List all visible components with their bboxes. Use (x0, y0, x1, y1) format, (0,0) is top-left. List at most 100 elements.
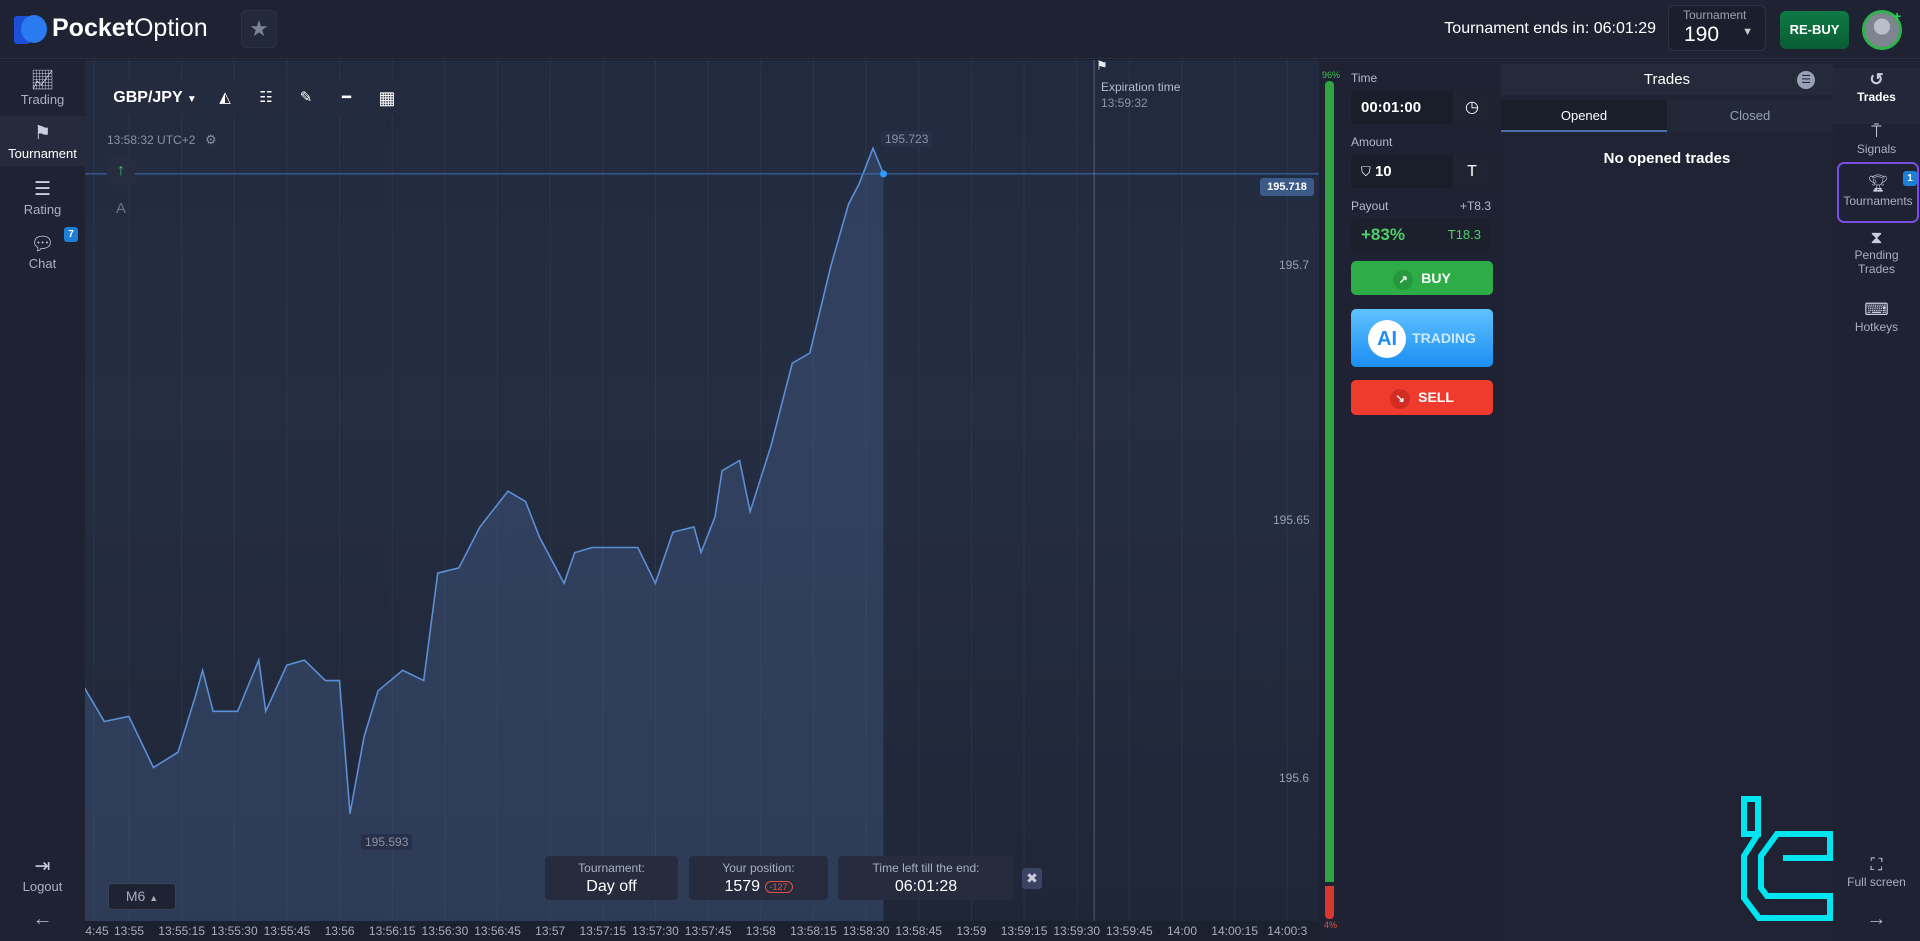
time-tick-label: 13:55 (113, 924, 145, 938)
arrow-up-button[interactable]: ↑ (107, 157, 135, 185)
right-sidebar: ↺ Trades ⍑ Signals 🏆︎ Tournaments 1 ⧗ Pendin… (1833, 60, 1920, 941)
price-axis-label: 195.6 (1279, 771, 1310, 785)
asset-selector[interactable]: GBP/JPY ▼ (107, 81, 203, 115)
logout-button[interactable]: ⇥ Logout (0, 855, 85, 895)
favorite-star-button[interactable]: ★ (241, 10, 277, 48)
rebuy-button[interactable]: RE-BUY (1780, 11, 1849, 49)
position-info: Your position: 1579 -127 (689, 856, 828, 900)
chat-badge: 7 (64, 227, 78, 242)
sidebar-item-trades[interactable]: ↺ Trades (1833, 68, 1920, 124)
arrow-down-right-icon: ↘ (1390, 389, 1411, 409)
sidebar-item-label: Chat (28, 256, 57, 271)
sidebar-item-label: Hotkeys (1854, 320, 1899, 334)
price-chart[interactable] (85, 60, 1319, 921)
tab-opened[interactable]: Opened (1501, 100, 1667, 132)
buy-button[interactable]: ↗ BUY (1351, 261, 1493, 295)
list-menu-icon[interactable]: ☰ (1797, 71, 1815, 89)
tournaments-badge: 1 (1903, 171, 1917, 186)
brand-logo[interactable]: PocketOption (52, 14, 208, 43)
time-tick-label: 13:58:15 (790, 924, 837, 938)
chart-type-button[interactable]: ◭ (208, 81, 242, 115)
high-price-label: 195.723 (881, 131, 933, 147)
amount-input[interactable]: ⛉ 10 T (1351, 155, 1491, 188)
collapse-arrow-right-icon[interactable]: → (1833, 908, 1920, 931)
indicator-a-button[interactable]: A (116, 200, 126, 217)
time-input[interactable]: 00:01:00 ◷ (1351, 91, 1491, 124)
sidebar-item-pending-trades[interactable]: ⧗ Pending Trades (1833, 228, 1920, 276)
time-tick-label: 13:55:45 (263, 924, 311, 938)
buy-label: BUY (1421, 270, 1451, 286)
amount-value: 10 (1374, 163, 1392, 180)
trades-title: Trades ☰ (1501, 64, 1833, 95)
currency-toggle[interactable]: T (1453, 155, 1491, 188)
settings-gear-icon[interactable]: ⚙ (205, 132, 217, 148)
sidebar-item-label: Rating (23, 202, 62, 217)
tab-closed[interactable]: Closed (1667, 100, 1833, 132)
payout-percent: +83% (1361, 225, 1405, 244)
sidebar-item-rating[interactable]: ☰ Rating (0, 178, 85, 226)
position-change-badge: -127 (764, 880, 793, 893)
sidebar-item-signals[interactable]: ⍑ Signals (1833, 122, 1920, 156)
collapse-arrow-left-icon[interactable]: ← (0, 908, 85, 931)
info-close-button[interactable]: ✖ (1022, 868, 1042, 889)
logout-icon: ⇥ (34, 856, 51, 877)
line-tool-button[interactable]: ━ (329, 81, 364, 115)
sentiment-up-percent: 96% (1322, 70, 1341, 80)
brand-bold: Pocket (52, 14, 134, 42)
empty-trades-text: No opened trades (1603, 150, 1731, 167)
time-tick-label: 13:57 (535, 924, 566, 938)
timeframe-selector[interactable]: M6 ▲ (108, 883, 176, 910)
time-tick-label: 13:59:15 (1000, 924, 1048, 938)
sliders-icon: ☷ (259, 89, 273, 106)
sidebar-item-hotkeys[interactable]: ⌨ Hotkeys (1833, 300, 1920, 334)
time-axis: 4:45 13:55 13:55:15 13:55:30 13:55:45 13:56 13… (85, 921, 1319, 941)
arrow-up-right-icon: ↗ (1393, 270, 1414, 290)
ai-trading-button[interactable]: AI TRADING (1351, 309, 1493, 367)
indicators-button[interactable]: ☷ (249, 81, 283, 115)
sell-button[interactable]: ↘ SELL (1351, 380, 1493, 415)
low-price-label: 195.593 (361, 834, 413, 850)
clock-icon[interactable]: ◷ (1453, 91, 1491, 124)
time-tick-label: 4:45 (85, 924, 109, 938)
caret-down-icon: ▼ (186, 94, 197, 105)
header: PocketOption ★ Tournament ends in: 06:01… (0, 0, 1920, 59)
tournament-info: Tournament: Day off (545, 856, 678, 900)
chart-line-icon: 📈︎ (30, 70, 55, 91)
time-tick-label: 13:55:30 (210, 924, 258, 938)
close-icon: ✖ (1026, 870, 1038, 886)
layout-button[interactable]: ▦ (370, 81, 404, 115)
info-value: Day off (586, 878, 637, 895)
sidebar-item-label: Tournament (8, 146, 77, 161)
caret-up-icon: ▲ (149, 893, 159, 903)
position-value: 1579 (724, 878, 761, 895)
time-tick-label: 13:59:30 (1053, 924, 1101, 938)
drawing-button[interactable]: ✎ (289, 81, 323, 115)
pocketoption-logo-icon (14, 15, 47, 44)
time-tick-label: 13:56:30 (421, 924, 469, 938)
expiration-flag-icon: ⚑ (1096, 58, 1108, 73)
current-price-dot (880, 170, 888, 178)
info-label: Tournament: (578, 861, 645, 875)
sell-label: SELL (1418, 389, 1454, 405)
star-icon: ★ (249, 16, 269, 41)
area-chart-icon: ◭ (219, 89, 231, 106)
time-tick-label: 13:56:15 (368, 924, 416, 938)
fullscreen-button[interactable]: ⛶ Full screen (1833, 855, 1920, 889)
caret-down-icon: ▼ (1742, 26, 1753, 38)
expand-icon: ⛶ (1870, 855, 1883, 874)
list-icon: ☰ (33, 179, 52, 200)
watermark-logo-icon (1741, 796, 1833, 921)
chart-area[interactable] (85, 60, 1319, 941)
price-area (85, 148, 884, 921)
info-value: 06:01:28 (894, 878, 958, 895)
sidebar-item-trading[interactable]: 📈︎ Trading (0, 68, 85, 116)
tournament-select[interactable]: Tournament 190 ▼ (1668, 5, 1766, 51)
time-label: Time (1351, 71, 1378, 85)
tournament-select-value: 190 (1684, 23, 1720, 46)
sidebar-item-tournament[interactable]: ⚑ Tournament (0, 116, 85, 166)
trade-panel: Time 00:01:00 ◷ Amount ⛉ 10 T Payout +T8.3… (1343, 60, 1501, 941)
hourglass-icon: ⧗ (1870, 228, 1883, 247)
brand-light: Option (133, 14, 208, 42)
expiration-time: 13:59:32 (1101, 96, 1148, 110)
asset-name: GBP/JPY (113, 89, 183, 106)
